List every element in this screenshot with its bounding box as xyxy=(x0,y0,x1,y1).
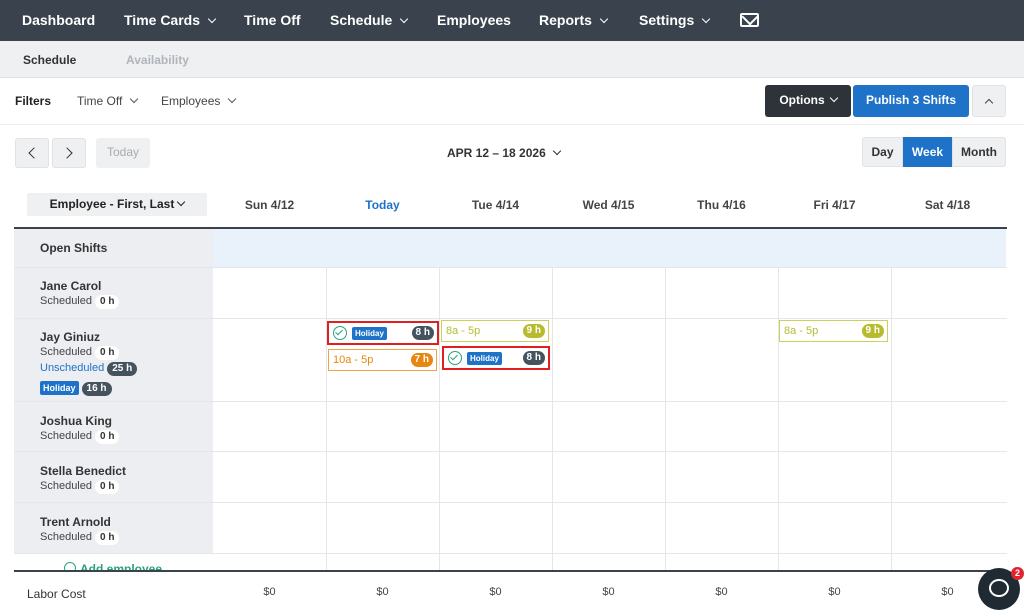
nav-employees[interactable]: Employees xyxy=(437,0,511,41)
check-circle-icon xyxy=(448,351,462,365)
scheduled-hours: Scheduled 0 h xyxy=(40,430,120,444)
labor-cost-value: $0 xyxy=(602,586,615,598)
filters-label: Filters xyxy=(15,94,52,108)
labor-cost-value: $0 xyxy=(715,586,728,598)
employee-sort-dropdown[interactable]: Employee - First, Last xyxy=(27,193,207,216)
next-week-button[interactable] xyxy=(52,138,86,168)
holiday-hours: Holiday 16 h xyxy=(40,381,112,396)
nav-settings[interactable]: Settings xyxy=(639,0,711,41)
time-off-filter[interactable]: Time Off xyxy=(77,94,139,108)
column-divider xyxy=(326,267,327,570)
scheduled-hours: Scheduled 0 h xyxy=(40,346,120,360)
chevron-right-icon xyxy=(61,147,73,159)
publish-shifts-button[interactable]: Publish 3 Shifts xyxy=(853,85,969,117)
scheduled-hours: Scheduled 0 h xyxy=(40,531,120,545)
chevron-down-icon xyxy=(400,14,409,24)
day-header: Thu 4/16 xyxy=(697,198,746,212)
plus-circle-icon xyxy=(64,562,76,570)
collapse-button[interactable] xyxy=(972,85,1006,117)
nav-dashboard[interactable]: Dashboard xyxy=(22,0,95,41)
chevron-down-icon xyxy=(207,14,217,24)
day-header: Tue 4/14 xyxy=(471,198,520,212)
labor-cost-value: $0 xyxy=(489,586,502,598)
scheduled-hours: Scheduled 0 h xyxy=(40,480,120,494)
column-divider xyxy=(665,267,666,570)
labor-cost-value: $0 xyxy=(376,586,389,598)
row-divider xyxy=(14,451,1007,452)
add-employee-button[interactable]: Add employee xyxy=(14,554,213,570)
view-week-button[interactable]: Week xyxy=(903,137,952,167)
grid-top-border xyxy=(14,227,1007,229)
nav-schedule[interactable]: Schedule xyxy=(330,0,409,41)
employee-name[interactable]: Trent Arnold xyxy=(40,515,111,529)
row-divider xyxy=(14,502,1007,503)
view-month-button[interactable]: Month xyxy=(952,137,1006,167)
shift-block[interactable]: 8a - 5p 9 h xyxy=(779,320,888,342)
options-button[interactable]: Options xyxy=(765,85,851,117)
chevron-down-icon xyxy=(701,14,711,24)
day-header: Wed 4/15 xyxy=(582,198,635,212)
chevron-down-icon xyxy=(599,14,609,24)
labor-cost-label: Labor Cost xyxy=(27,587,86,601)
row-divider xyxy=(14,318,1007,319)
employee-name[interactable]: Joshua King xyxy=(40,414,112,428)
previous-week-button[interactable] xyxy=(15,138,49,168)
nav-time-cards[interactable]: Time Cards xyxy=(124,0,217,41)
column-divider xyxy=(891,267,892,570)
check-circle-icon xyxy=(333,326,347,340)
grid-bottom-border xyxy=(14,570,1007,572)
nav-time-off[interactable]: Time Off xyxy=(244,0,301,41)
day-header-today: Today xyxy=(365,198,400,212)
date-range-picker[interactable]: APR 12 – 18 2026 xyxy=(447,146,561,160)
employee-name[interactable]: Jay Giniuz xyxy=(40,330,100,344)
tab-schedule[interactable]: Schedule xyxy=(23,53,76,67)
chevron-down-icon xyxy=(228,94,237,104)
today-button[interactable]: Today xyxy=(96,138,150,168)
sub-nav: Schedule Availability xyxy=(0,41,1024,78)
shift-block[interactable]: 10a - 5p 7 h xyxy=(328,349,437,371)
chat-notification-badge: 2 xyxy=(1011,567,1024,580)
tab-availability[interactable]: Availability xyxy=(126,53,189,67)
mail-icon[interactable] xyxy=(740,13,759,27)
employees-filter[interactable]: Employees xyxy=(161,94,237,108)
chat-icon xyxy=(989,579,1009,597)
labor-cost-value: $0 xyxy=(263,586,276,598)
chevron-down-icon xyxy=(829,93,838,103)
shift-block[interactable]: 8a - 5p 9 h xyxy=(441,320,549,342)
column-divider xyxy=(552,267,553,570)
chevron-down-icon xyxy=(552,146,561,156)
day-header: Sun 4/12 xyxy=(244,198,295,212)
column-divider xyxy=(439,267,440,570)
chevron-down-icon xyxy=(130,94,139,104)
scheduled-hours: Scheduled 0 h xyxy=(40,295,120,309)
open-shifts-label: Open Shifts xyxy=(40,241,108,255)
day-header: Sat 4/18 xyxy=(924,198,971,212)
holiday-shift[interactable]: Holiday 8 h xyxy=(327,321,439,345)
chevron-left-icon xyxy=(28,147,40,159)
day-header: Fri 4/17 xyxy=(813,198,856,212)
labor-cost-value: $0 xyxy=(828,586,841,598)
employee-name[interactable]: Jane Carol xyxy=(40,279,101,293)
row-divider xyxy=(14,267,1007,268)
holiday-shift[interactable]: Holiday 8 h xyxy=(442,346,550,370)
open-shifts-row[interactable] xyxy=(213,229,1006,267)
column-divider xyxy=(778,267,779,570)
chevron-up-icon xyxy=(984,98,994,108)
view-day-button[interactable]: Day xyxy=(862,137,903,167)
nav-reports[interactable]: Reports xyxy=(539,0,609,41)
unscheduled-hours: Unscheduled 25 h xyxy=(40,362,138,376)
employee-name[interactable]: Stella Benedict xyxy=(40,464,126,478)
top-nav: Dashboard Time Cards Time Off Schedule E… xyxy=(0,0,1024,50)
row-divider xyxy=(14,401,1007,402)
chevron-down-icon xyxy=(177,197,186,207)
